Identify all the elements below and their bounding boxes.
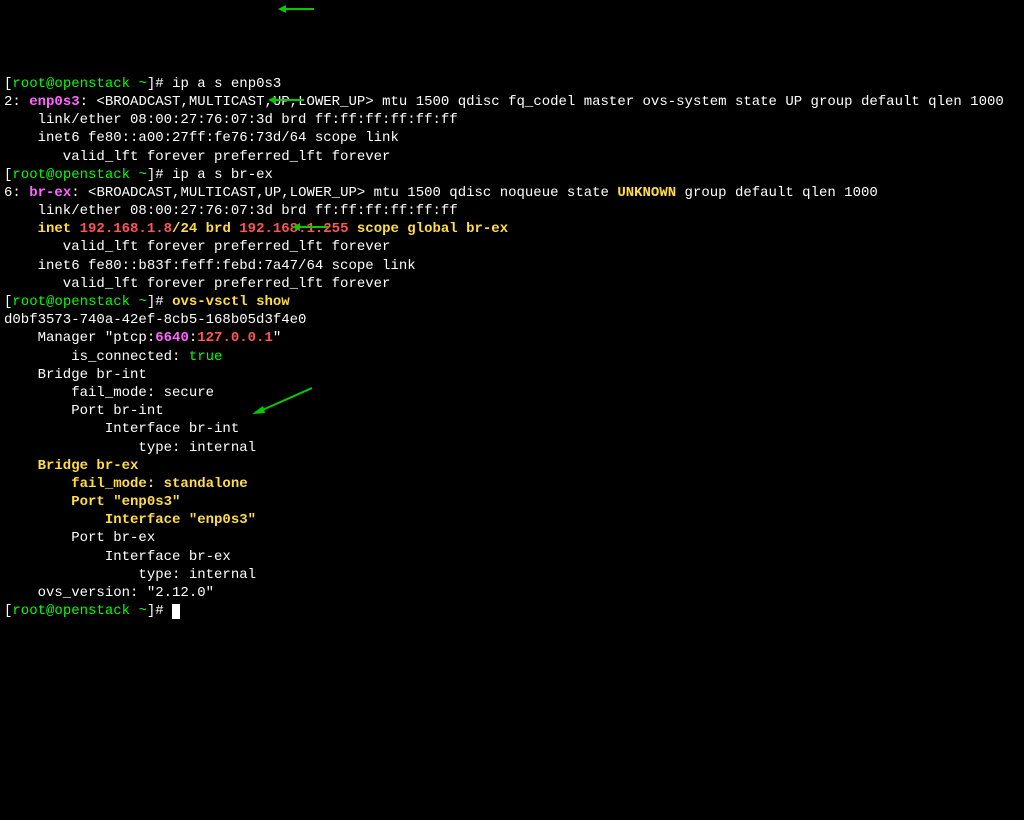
ovs-bridge-ex: Bridge br-ex <box>4 458 138 474</box>
prompt-path: ~ <box>130 76 147 92</box>
out2-inet-rest: scope global br-ex <box>348 221 508 237</box>
prompt-close: ] <box>147 603 155 619</box>
prompt-host: openstack <box>54 294 130 310</box>
terminal-output: [root@openstack ~]# ip a s enp0s3 2: enp… <box>4 75 1020 621</box>
prompt-user: root <box>12 167 46 183</box>
prompt-at: @ <box>46 603 54 619</box>
ovs-manager-sep: : <box>189 330 197 346</box>
command-1: ip a s enp0s3 <box>172 76 281 92</box>
ovs-port-ex: Port br-ex <box>4 530 155 546</box>
annotation-arrow-1-icon <box>278 4 314 14</box>
prompt-user: root <box>12 76 46 92</box>
cursor[interactable] <box>172 604 180 619</box>
out2-inet-brd: 192.168.1.255 <box>239 221 348 237</box>
out2-iface: br-ex <box>29 185 71 201</box>
ovs-bridge-int: Bridge br-int <box>4 367 147 383</box>
ovs-version: ovs_version: "2.12.0" <box>4 585 214 601</box>
prompt-close: ] <box>147 294 155 310</box>
ovs-iface-enp: Interface "enp0s3" <box>4 512 256 528</box>
ovs-connected-val: true <box>189 349 223 365</box>
prompt-close: ] <box>147 167 155 183</box>
out2-header-mid: : <BROADCAST,MULTICAST,UP,LOWER_UP> mtu … <box>71 185 617 201</box>
ovs-iface-ex: Interface br-ex <box>4 549 231 565</box>
ovs-iface-int: Interface br-int <box>4 421 239 437</box>
ovs-connected-label: is_connected: <box>4 349 189 365</box>
out1-header-prefix: 2: <box>4 94 29 110</box>
prompt-open: [ <box>4 603 12 619</box>
out2-header-end: group default qlen 1000 <box>676 185 878 201</box>
ovs-port-int: Port br-int <box>4 403 164 419</box>
ovs-manager-end: " <box>273 330 281 346</box>
command-2: ip a s br-ex <box>172 167 273 183</box>
out2-inet-mask: /24 brd <box>172 221 239 237</box>
prompt-path: ~ <box>130 603 147 619</box>
ovs-manager-port: 6640 <box>155 330 189 346</box>
out2-state: UNKNOWN <box>617 185 676 201</box>
out1-lft: valid_lft forever preferred_lft forever <box>4 149 390 165</box>
out2-inet6: inet6 fe80::b83f:feff:febd:7a47/64 scope… <box>4 258 416 274</box>
ovs-manager-a: Manager "ptcp: <box>4 330 155 346</box>
out2-inet-label: inet <box>4 221 80 237</box>
prompt-path: ~ <box>130 167 147 183</box>
prompt-close: ] <box>147 76 155 92</box>
ovs-port-enp: Port "enp0s3" <box>4 494 180 510</box>
prompt-host: openstack <box>54 167 130 183</box>
prompt-symbol: # <box>155 76 172 92</box>
ovs-manager-ip: 127.0.0.1 <box>197 330 273 346</box>
prompt-symbol: # <box>155 167 172 183</box>
ovs-type-int: type: internal <box>4 440 256 456</box>
prompt-symbol: # <box>155 294 172 310</box>
out1-iface: enp0s3 <box>29 94 79 110</box>
prompt-user: root <box>12 294 46 310</box>
out2-lft2: valid_lft forever preferred_lft forever <box>4 276 390 292</box>
out1-header-rest: : <BROADCAST,MULTICAST,UP,LOWER_UP> mtu … <box>80 94 1004 110</box>
prompt-symbol: # <box>155 603 172 619</box>
out1-inet6: inet6 fe80::a00:27ff:fe76:73d/64 scope l… <box>4 130 399 146</box>
out2-link: link/ether 08:00:27:76:07:3d brd ff:ff:f… <box>4 203 458 219</box>
prompt-host: openstack <box>54 603 130 619</box>
ovs-fail-int: fail_mode: secure <box>4 385 214 401</box>
prompt-host: openstack <box>54 76 130 92</box>
out2-lft1: valid_lft forever preferred_lft forever <box>4 239 390 255</box>
out2-header-prefix: 6: <box>4 185 29 201</box>
command-3: ovs-vsctl show <box>172 294 290 310</box>
prompt-path: ~ <box>130 294 147 310</box>
out1-link: link/ether 08:00:27:76:07:3d brd ff:ff:f… <box>4 112 458 128</box>
ovs-uuid: d0bf3573-740a-42ef-8cb5-168b05d3f4e0 <box>4 312 306 328</box>
out2-inet-ip: 192.168.1.8 <box>80 221 172 237</box>
prompt-user: root <box>12 603 46 619</box>
ovs-fail-ex: fail_mode: standalone <box>4 476 248 492</box>
ovs-type-ex: type: internal <box>4 567 256 583</box>
